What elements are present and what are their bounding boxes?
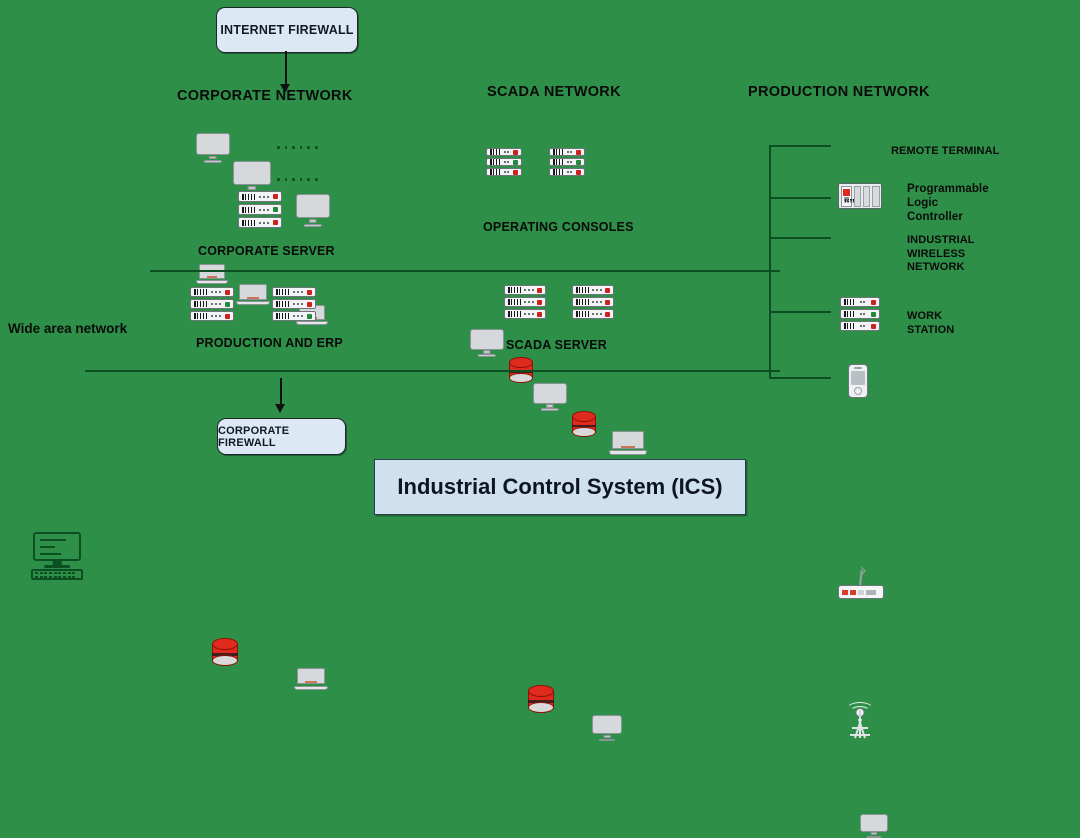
wide-area-network-icon <box>30 532 84 580</box>
production-erp-laptop <box>294 668 328 690</box>
mobile-phone-icon <box>848 364 868 398</box>
corporate-firewall-box[interactable]: CORPORATE FIREWALL <box>217 418 346 455</box>
internet-firewall-box[interactable]: INTERNET FIREWALL <box>216 7 358 53</box>
plc-icon <box>838 183 882 209</box>
branch-line-workstation <box>769 311 831 314</box>
corporate-laptops-ellipsis <box>277 178 318 181</box>
console-database-2 <box>572 411 596 437</box>
corporate-server-rack <box>238 191 282 228</box>
upper-backbone-line <box>150 270 780 273</box>
console-monitor-2 <box>533 383 567 411</box>
ics-network-diagram: INTERNET FIREWALL CORPORATE NETWORK SCAD… <box>0 0 1080 838</box>
corporate-monitors-ellipsis <box>277 146 318 149</box>
caption-production-and-erp: PRODUCTION AND ERP <box>196 336 343 350</box>
router-icon <box>838 569 884 599</box>
scada-server-rack-1 <box>504 285 546 319</box>
internet-firewall-arrow-stem <box>285 51 287 86</box>
console-server-rack-2 <box>549 148 585 176</box>
corporate-laptop-2 <box>236 284 270 305</box>
branch-line-wireless <box>769 237 831 240</box>
lower-backbone-line <box>85 370 780 373</box>
console-server-rack-1 <box>486 148 522 176</box>
branch-line-remote-terminal <box>769 145 831 148</box>
heading-production-network: PRODUCTION NETWORK <box>748 84 930 100</box>
label-remote-terminal: REMOTE TERMINAL <box>891 145 1000 157</box>
page-title: Industrial Control System (ICS) <box>374 459 746 515</box>
scada-server-rack-2 <box>572 285 614 319</box>
workstation-monitor <box>860 814 888 838</box>
corporate-laptop-1 <box>196 264 228 284</box>
scada-monitor <box>592 715 622 741</box>
corporate-monitor-1 <box>196 133 230 163</box>
branch-line-plc <box>769 197 831 200</box>
corporate-firewall-arrow-stem <box>280 378 282 406</box>
caption-corporate-server: CORPORATE SERVER <box>198 244 335 258</box>
corporate-monitor-2 <box>233 161 271 194</box>
production-vertical-bus <box>769 145 772 377</box>
label-plc: Programmable Logic Controller <box>907 183 989 223</box>
production-erp-database <box>212 638 238 666</box>
scada-database <box>528 685 554 713</box>
label-work-station: WORK STATION <box>907 310 955 336</box>
production-erp-server-rack-1 <box>190 287 234 321</box>
corporate-monitor-3 <box>296 194 330 227</box>
wireless-tower-icon <box>845 702 875 739</box>
branch-line-mobile <box>769 377 831 380</box>
label-industrial-wireless-network: INDUSTRIAL WIRELESS NETWORK <box>907 234 975 273</box>
console-monitor-1 <box>470 329 504 357</box>
corporate-firewall-arrow-head <box>275 404 285 413</box>
heading-corporate-network: CORPORATE NETWORK <box>177 88 353 104</box>
production-erp-server-rack-2 <box>272 287 316 321</box>
caption-operating-consoles: OPERATING CONSOLES <box>483 220 634 234</box>
console-laptop <box>609 431 647 455</box>
caption-scada-server: SCADA SERVER <box>506 338 608 352</box>
workstation-server-rack <box>840 297 880 331</box>
heading-scada-network: SCADA NETWORK <box>487 84 621 100</box>
caption-wide-area-network: Wide area network <box>8 321 128 336</box>
